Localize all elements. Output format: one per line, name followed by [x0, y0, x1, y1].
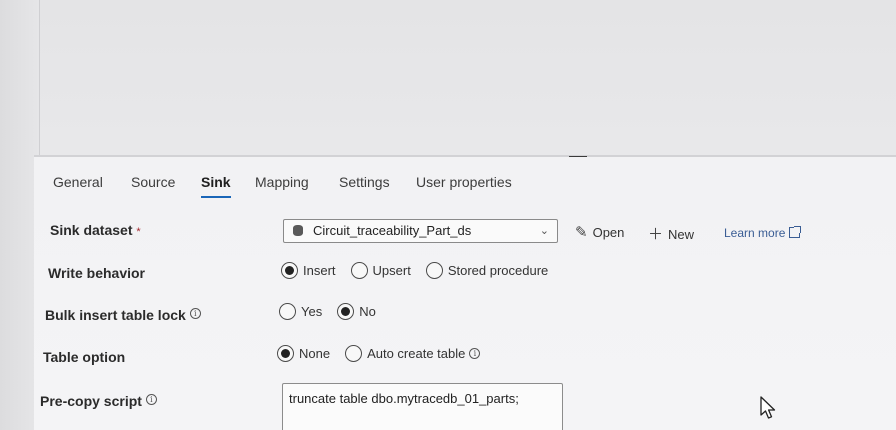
radio-unselected-icon: [425, 262, 443, 279]
tab-label: Sink: [201, 174, 231, 190]
radio-no[interactable]: No: [337, 303, 376, 320]
tab-label: User properties: [416, 174, 512, 190]
tab-mapping[interactable]: Mapping: [255, 172, 309, 192]
pre-copy-script-value: truncate table dbo.mytracedb_01_parts;: [289, 391, 519, 406]
info-icon[interactable]: i: [189, 308, 201, 319]
learn-more-label: Learn more: [724, 226, 786, 240]
table-option-label-text: Table option: [43, 349, 126, 365]
properties-panel: General Source Sink Mapping Settings Use…: [34, 157, 896, 430]
bulk-insert-lock-label-text: Bulk insert table lock: [45, 307, 186, 323]
pre-copy-script-label: Pre-copy script i: [40, 393, 157, 409]
radio-label: Auto create table: [367, 346, 466, 361]
radio-unselected-icon: [279, 303, 296, 320]
radio-label: Stored procedure: [447, 263, 549, 278]
external-link-icon: [789, 226, 802, 238]
write-behavior-radio-group: Insert Upsert Stored procedure: [281, 262, 563, 279]
mouse-cursor-icon: [760, 396, 778, 425]
open-label: Open: [592, 225, 625, 240]
radio-selected-icon: [277, 345, 294, 362]
radio-label: Upsert: [372, 263, 411, 278]
radio-upsert[interactable]: Upsert: [350, 262, 411, 279]
tab-label: Settings: [339, 174, 390, 190]
table-option-label: Table option: [43, 349, 125, 365]
pre-copy-script-textarea[interactable]: truncate table dbo.mytracedb_01_parts;: [282, 383, 563, 430]
new-label: New: [668, 227, 695, 242]
table-option-radio-group: None Auto create table i: [277, 345, 495, 362]
radio-insert[interactable]: Insert: [281, 262, 336, 279]
learn-more-link[interactable]: Learn more: [724, 226, 802, 240]
tab-label: Source: [131, 174, 176, 190]
radio-auto-create-table[interactable]: Auto create table i: [345, 345, 481, 362]
radio-stored-procedure[interactable]: Stored procedure: [425, 262, 549, 279]
write-behavior-label: Write behavior: [48, 265, 145, 281]
radio-yes[interactable]: Yes: [279, 303, 322, 320]
tab-label: Mapping: [255, 174, 309, 190]
radio-unselected-icon: [345, 345, 363, 362]
required-marker: *: [136, 226, 141, 238]
pre-copy-script-label-text: Pre-copy script: [40, 393, 142, 409]
radio-selected-icon: [281, 262, 298, 279]
radio-selected-icon: [337, 303, 355, 320]
pencil-icon: ✎: [575, 224, 588, 241]
new-button[interactable]: ＋ New: [648, 223, 694, 244]
tab-label: General: [53, 174, 103, 190]
radio-label: No: [359, 304, 376, 319]
tab-user-properties[interactable]: User properties: [416, 172, 512, 192]
bulk-insert-lock-radio-group: Yes No: [279, 303, 391, 320]
database-icon: [293, 225, 303, 236]
sink-dataset-select[interactable]: Circuit_traceability_Part_ds ⌄: [283, 219, 558, 243]
open-button[interactable]: ✎ Open: [575, 223, 624, 241]
write-behavior-label-text: Write behavior: [48, 265, 145, 281]
info-icon[interactable]: i: [469, 348, 481, 359]
info-icon[interactable]: i: [145, 394, 157, 405]
active-tab-indicator: [201, 196, 231, 198]
chevron-down-icon: ⌄: [539, 225, 549, 237]
radio-label: Insert: [303, 263, 336, 278]
bulk-insert-lock-label: Bulk insert table lock i: [45, 307, 201, 323]
tab-sink[interactable]: Sink: [201, 172, 231, 198]
tab-settings[interactable]: Settings: [339, 172, 390, 192]
sink-dataset-label: Sink dataset *: [50, 222, 141, 238]
plus-icon: ＋: [648, 226, 664, 243]
radio-none[interactable]: None: [277, 345, 330, 362]
radio-unselected-icon: [350, 262, 368, 279]
radio-label: None: [299, 346, 331, 361]
sink-dataset-label-text: Sink dataset: [50, 222, 133, 238]
canvas-area: [41, 0, 896, 155]
sink-dataset-value: Circuit_traceability_Part_ds: [313, 223, 472, 238]
tab-general[interactable]: General: [53, 172, 103, 192]
tab-source[interactable]: Source: [131, 172, 175, 192]
radio-label: Yes: [301, 304, 323, 319]
